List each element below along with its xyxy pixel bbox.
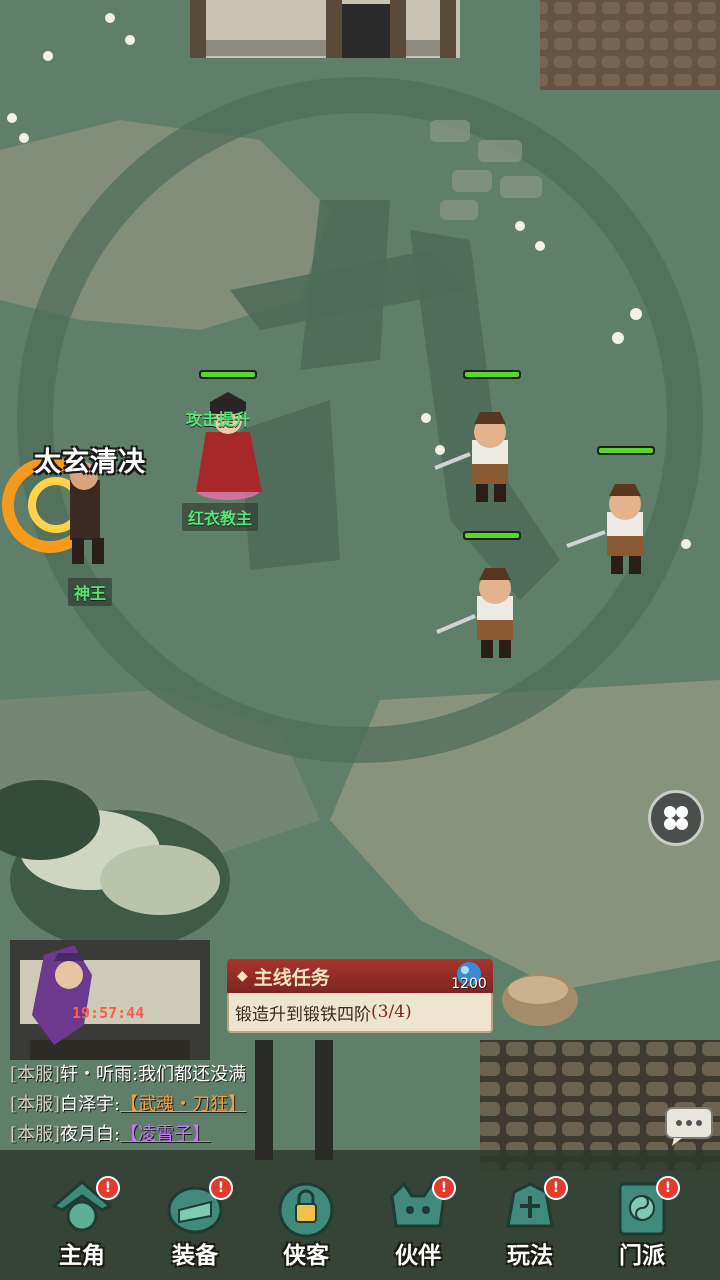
nav-label: 玩法 xyxy=(507,1242,553,1269)
game-scene: 攻击提升 太玄清决 红衣教主 神王 19:57:44 ◆ 主线任务 锻造升到锻铁… xyxy=(0,0,720,1280)
quest-reward-amount: 1200 xyxy=(451,976,487,992)
nav-item-sect[interactable]: ! 门派 xyxy=(592,1170,692,1280)
nav-item-hero[interactable]: ! 主角 xyxy=(32,1170,132,1280)
nav-item-gameplay[interactable]: ! 玩法 xyxy=(480,1170,580,1280)
enemy-sprite[interactable] xyxy=(566,484,643,574)
chat-sender: 轩・听雨 xyxy=(60,1064,133,1085)
chat-sender: 夜月白 xyxy=(60,1124,115,1145)
nav-label: 伙伴 xyxy=(395,1242,441,1269)
quest-progress: (3/4) xyxy=(371,1002,412,1022)
enemy-sprite[interactable] xyxy=(434,412,508,502)
chat-text: 我们都还没满 xyxy=(138,1064,247,1085)
bottom-nav: ! 主角 ! 装备 侠客 ! 伙伴 ! 玩法 ! 门派 xyxy=(0,1170,720,1280)
chat-bubble-icon[interactable] xyxy=(664,1106,716,1146)
nav-item-partner[interactable]: ! 伙伴 xyxy=(368,1170,468,1280)
skill-name: 太玄清决 xyxy=(34,447,146,478)
ally-name-tag: 红衣教主 xyxy=(182,503,259,531)
ally-hp-bar xyxy=(199,370,257,379)
quest-body: 锻造升到锻铁四阶 (3/4) xyxy=(227,993,493,1033)
chat-feed[interactable]: [本服]轩・听雨:我们都还没满 [本服]白泽宇:【武魂・刀狂】 [本服]夜月白:… xyxy=(10,1060,246,1150)
notification-badge: ! xyxy=(209,1176,233,1200)
enemy-sprite[interactable] xyxy=(436,568,513,658)
buff-label: 攻击提升 xyxy=(186,410,251,429)
quest-title: 主线任务 xyxy=(253,966,330,989)
knight-icon xyxy=(278,1182,334,1238)
enemy-hp-bar xyxy=(463,531,521,540)
nav-item-knight[interactable]: 侠客 xyxy=(256,1170,356,1280)
notification-badge: ! xyxy=(96,1176,120,1200)
nav-label: 装备 xyxy=(172,1242,218,1269)
afk-timer: 19:57:44 xyxy=(72,1004,145,1022)
notification-badge: ! xyxy=(656,1176,680,1200)
chat-text: 【凌霄子】 xyxy=(120,1124,211,1145)
chat-channel: [本服] xyxy=(10,1124,61,1145)
afk-character-icon[interactable] xyxy=(14,935,104,1055)
quest-reward: 1200 xyxy=(445,958,493,998)
nav-label: 门派 xyxy=(619,1242,665,1269)
enemy-hp-bar xyxy=(597,446,655,455)
nav-label: 主角 xyxy=(59,1242,105,1269)
nav-label: 侠客 xyxy=(283,1242,329,1269)
notification-badge: ! xyxy=(544,1176,568,1200)
chat-channel: [本服] xyxy=(10,1064,61,1085)
quick-menu-button[interactable] xyxy=(648,790,704,846)
grid-icon xyxy=(664,806,688,830)
enemy-hp-bar xyxy=(463,370,521,379)
quest-bullet: ◆ xyxy=(237,968,248,984)
chat-text: 【武魂・刀狂】 xyxy=(120,1094,247,1115)
hero-name-tag: 神王 xyxy=(68,578,113,606)
chat-message: [本服]轩・听雨:我们都还没满 xyxy=(10,1060,246,1090)
chat-sender: 白泽宇 xyxy=(60,1094,115,1115)
notification-badge: ! xyxy=(432,1176,456,1200)
chat-message: [本服]白泽宇:【武魂・刀狂】 xyxy=(10,1090,246,1120)
chat-message: [本服]夜月白:【凌霄子】 xyxy=(10,1120,246,1150)
quest-task: 锻造升到锻铁四阶 xyxy=(235,1004,371,1025)
chat-channel: [本服] xyxy=(10,1094,61,1115)
nav-item-equipment[interactable]: ! 装备 xyxy=(145,1170,245,1280)
